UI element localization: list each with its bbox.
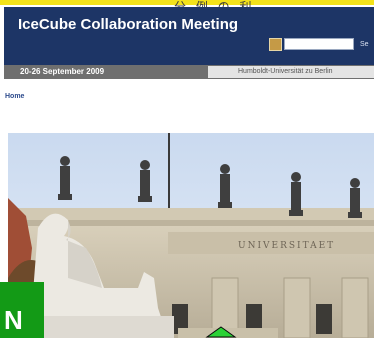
meeting-dates: 20-26 September 2009 <box>20 67 105 76</box>
search-input[interactable] <box>284 38 354 50</box>
venue-box: Humboldt-Universität zu Berlin <box>208 66 374 78</box>
search-button[interactable]: Se <box>360 38 374 50</box>
site-header: IceCube Collaboration Meeting Se <box>4 7 374 65</box>
nav-home-link[interactable]: Home <box>5 93 24 100</box>
overlay-letter: N <box>4 305 23 335</box>
venue-name: Humboldt-Universität zu Berlin <box>238 68 333 75</box>
building-inscription: UNIVERSITAET <box>238 241 335 251</box>
university-photo: UNIVERSITAET <box>8 128 374 338</box>
search-icon[interactable] <box>269 38 282 51</box>
green-diamond-icon <box>205 326 237 338</box>
site-title: IceCube Collaboration Meeting <box>18 16 239 33</box>
